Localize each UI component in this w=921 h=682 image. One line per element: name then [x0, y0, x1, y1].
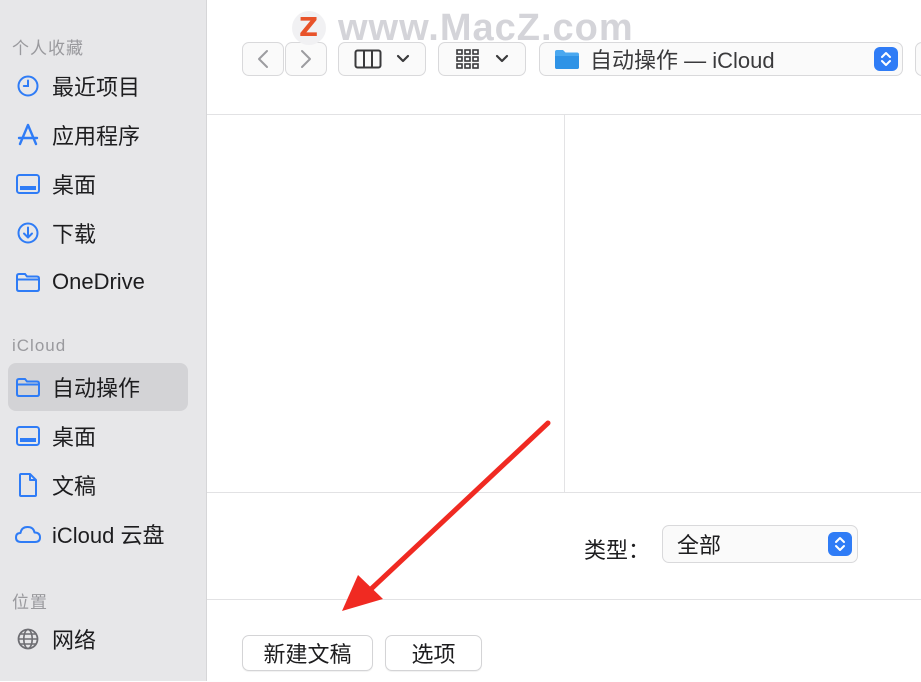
sidebar-item-desktop[interactable]: 桌面	[8, 160, 188, 208]
globe-icon	[14, 625, 42, 653]
toolbar-overflow-button[interactable]	[915, 42, 921, 76]
back-button[interactable]	[242, 42, 284, 76]
column-divider[interactable]	[564, 115, 565, 492]
sidebar-item-label: 网络	[52, 628, 97, 653]
sidebar-item-label: OneDrive	[52, 269, 145, 294]
document-icon	[14, 471, 42, 499]
desktop-icon	[14, 170, 42, 198]
chevron-right-icon	[301, 50, 311, 68]
filter-bar: 类型： 全部	[207, 492, 921, 600]
sidebar-item-label: 最近项目	[52, 75, 141, 100]
sidebar-item-recents[interactable]: 最近项目	[8, 62, 188, 110]
up-down-stepper-icon	[874, 47, 898, 71]
watermark: Z www.MacZ.com	[292, 6, 634, 50]
chevron-down-icon	[396, 54, 410, 63]
options-button[interactable]: 选项	[385, 635, 482, 671]
sidebar-item-onedrive[interactable]: OneDrive	[8, 258, 188, 306]
desktop-icon	[14, 422, 42, 450]
sidebar-item-icloud-drive[interactable]: iCloud 云盘	[8, 510, 188, 558]
folder-icon	[14, 373, 42, 401]
type-select[interactable]: 全部	[662, 525, 858, 563]
sidebar-item-label: 桌面	[52, 425, 97, 450]
sidebar-item-label: 下载	[52, 222, 97, 247]
chevron-left-icon	[258, 50, 268, 68]
sidebar-item-documents[interactable]: 文稿	[8, 461, 188, 509]
download-icon	[14, 219, 42, 247]
sidebar-item-label: 文稿	[52, 474, 97, 499]
sidebar-item-label: 应用程序	[52, 124, 141, 149]
column-view-icon	[354, 49, 382, 69]
chevron-down-icon	[495, 54, 509, 63]
up-down-stepper-icon	[828, 532, 852, 556]
type-label: 类型：	[584, 538, 651, 563]
sidebar-item-icloud-desktop[interactable]: 桌面	[8, 412, 188, 460]
grid-icon	[456, 49, 479, 69]
favorites-header: 个人收藏	[12, 39, 84, 58]
type-value: 全部	[677, 533, 722, 558]
sidebar-item-network[interactable]: 网络	[8, 615, 188, 663]
sidebar-item-downloads[interactable]: 下载	[8, 209, 188, 257]
clock-icon	[14, 72, 42, 100]
macz-logo: Z	[292, 11, 326, 45]
sidebar-item-applications[interactable]: 应用程序	[8, 111, 188, 159]
folder-icon	[554, 48, 580, 70]
sidebar-item-label: 自动操作	[52, 376, 141, 401]
browser-columns[interactable]	[207, 115, 921, 492]
icloud-header: iCloud	[12, 336, 67, 355]
folder-icon	[14, 268, 42, 296]
sidebar-item-automator[interactable]: 自动操作	[8, 363, 188, 411]
bottom-bar: 新建文稿 选项	[207, 599, 921, 682]
sidebar-item-label: 桌面	[52, 173, 97, 198]
locations-header: 位置	[12, 593, 48, 612]
cloud-icon	[14, 520, 42, 548]
watermark-text: www.MacZ.com	[338, 6, 634, 49]
sidebar-item-label: iCloud 云盘	[52, 523, 165, 548]
new-document-button[interactable]: 新建文稿	[242, 635, 373, 671]
sidebar: 个人收藏 最近项目 应用程序 桌面 下载 OneDrive iCloud 自动操…	[0, 0, 207, 681]
app-store-icon	[14, 121, 42, 149]
